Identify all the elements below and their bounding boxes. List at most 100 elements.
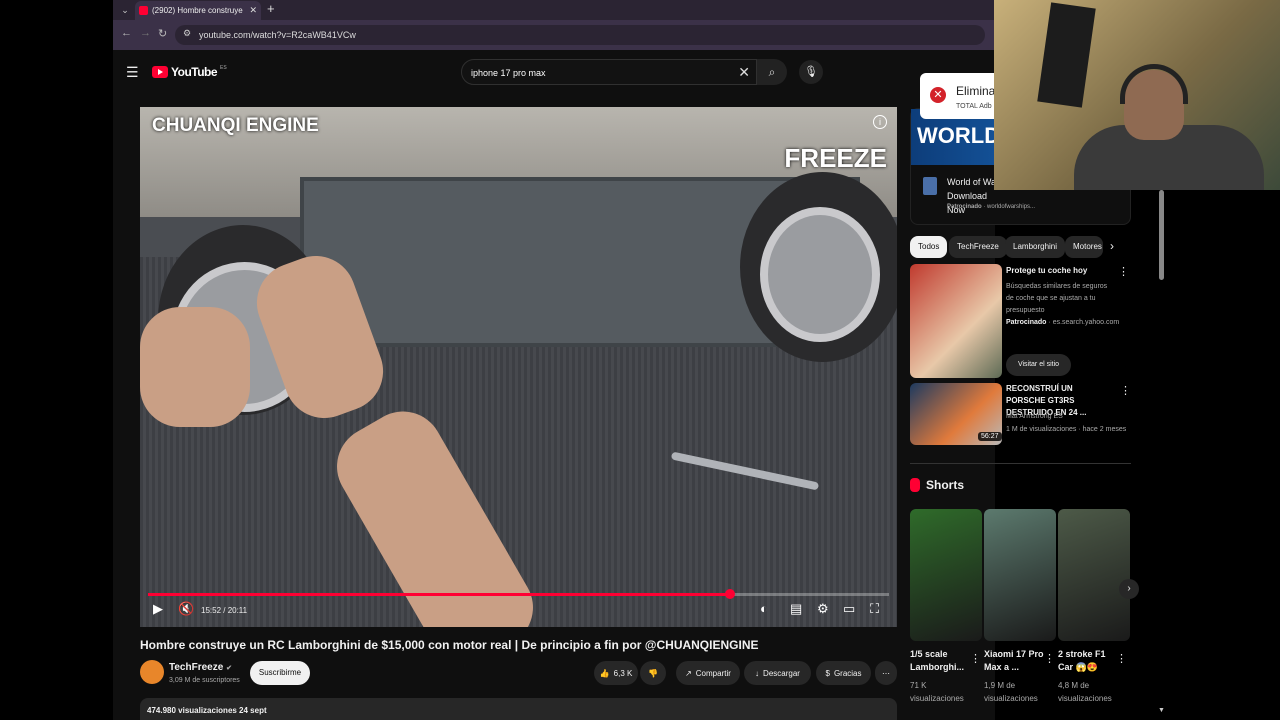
short-title[interactable]: 1/5 scale Lamborghi... xyxy=(910,648,970,674)
search-button[interactable]: ⌕ xyxy=(757,59,787,85)
dislike-icon: 👎 xyxy=(648,668,658,678)
short-thumbnail[interactable] xyxy=(1058,509,1130,641)
video-player[interactable]: CHUANQI ENGINE FREEZE i ▶ 🔇 15:52 / 20:1… xyxy=(140,107,897,627)
video2-duration: 56:27 xyxy=(978,432,1002,441)
short-menu-icon[interactable]: ⋮ xyxy=(1044,652,1055,665)
autoplay-toggle-icon[interactable]: ◐ xyxy=(760,601,768,616)
logo-text: YouTube xyxy=(171,65,218,79)
search-input[interactable]: iphone 17 pro max ✕ xyxy=(461,59,757,85)
theater-mode-icon[interactable]: ▭ xyxy=(843,601,855,617)
webcam-background-panel xyxy=(1037,2,1096,108)
chips-next-icon[interactable]: › xyxy=(1110,239,1114,253)
search-query[interactable]: iphone 17 pro max xyxy=(471,68,546,78)
mute-icon[interactable]: 🔇 xyxy=(178,601,194,617)
ad2-sponsored: Patrocinado xyxy=(1006,319,1047,326)
country-code: ES xyxy=(220,65,227,71)
webcam-overlay xyxy=(994,0,1280,190)
forward-icon[interactable]: → xyxy=(140,27,151,39)
chip-lamborghini[interactable]: Lamborghini xyxy=(1005,236,1066,258)
menu-icon[interactable]: ☰ xyxy=(126,64,139,81)
verified-icon: ✔ xyxy=(226,665,232,672)
short-title[interactable]: 2 stroke F1 Car 😱😍 xyxy=(1058,648,1118,674)
adblock-popup[interactable]: ✕ Elimina TOTAL Adb xyxy=(920,73,1000,119)
subscribe-button[interactable]: Suscribirme xyxy=(250,661,310,685)
browser-window: ⌄ (2902) Hombre construye un R ✕ + ← → ↻… xyxy=(113,0,995,720)
ad-source: worldofwarships... xyxy=(987,204,1036,210)
mic-icon: 🎙 xyxy=(804,66,818,78)
ad2-menu-icon[interactable]: ⋮ xyxy=(1118,265,1129,278)
short-views: 4,8 M de visualizaciones xyxy=(1058,681,1112,703)
download-label: Descargar xyxy=(763,668,800,678)
tab-youtube[interactable]: (2902) Hombre construye un R ✕ xyxy=(135,1,261,20)
divider xyxy=(910,463,1131,464)
shorts-title: Shorts xyxy=(926,478,965,492)
ad-image-text: WORLD xyxy=(917,123,1001,148)
shorts-header: Shorts xyxy=(910,478,964,492)
channel-name[interactable]: TechFreeze xyxy=(169,662,223,673)
short-menu-icon[interactable]: ⋮ xyxy=(1116,652,1127,665)
dislike-button[interactable]: 👎 xyxy=(640,661,666,685)
clear-search-icon[interactable]: ✕ xyxy=(738,64,750,81)
ad2-desc: Búsquedas similares de seguros de coche … xyxy=(1006,283,1108,314)
page-scrollbar[interactable]: ▼ xyxy=(1158,180,1166,720)
video-frame-rim-right xyxy=(760,207,880,342)
short-views: 1,9 M de visualizaciones xyxy=(984,681,1038,703)
reload-icon[interactable]: ↻ xyxy=(158,27,167,40)
youtube-header: ☰ YouTube ES iphone 17 pro max ✕ ⌕ 🎙 xyxy=(113,52,995,94)
popup-close-icon[interactable]: ✕ xyxy=(930,87,946,103)
chip-techfreeze[interactable]: TechFreeze xyxy=(949,236,1007,258)
ad2-source: es.search.yahoo.com xyxy=(1052,319,1120,326)
popup-subtitle: TOTAL Adb xyxy=(956,103,992,110)
back-icon[interactable]: ← xyxy=(121,27,132,39)
play-icon[interactable]: ▶ xyxy=(153,601,163,617)
video2-channel[interactable]: Mat Armstrong ES xyxy=(1006,411,1131,423)
time-display: 15:52 / 20:11 xyxy=(201,606,248,615)
chip-all[interactable]: Todos xyxy=(910,236,948,258)
visit-site-button[interactable]: Visitar el sitio xyxy=(1006,354,1071,376)
site-info-icon[interactable]: ⚙ xyxy=(183,28,191,39)
progress-bar[interactable] xyxy=(148,589,889,599)
youtube-logo[interactable]: YouTube ES xyxy=(152,65,227,79)
scrollbar-thumb[interactable] xyxy=(1159,190,1164,280)
fullscreen-icon[interactable]: ⛶ xyxy=(870,601,879,617)
short-thumbnail[interactable] xyxy=(984,509,1056,641)
video2-meta: 1 M de visualizaciones · hace 2 meses xyxy=(1006,426,1127,433)
chip-motores[interactable]: Motores xyxy=(1065,236,1103,258)
short-title[interactable]: Xiaomi 17 Pro Max a ... xyxy=(984,648,1044,674)
settings-icon[interactable]: ⚙ xyxy=(817,601,829,617)
info-icon[interactable]: i xyxy=(873,115,887,129)
video-title: Hombre construye un RC Lamborghini de $1… xyxy=(140,638,759,652)
download-icon: ↓ xyxy=(755,668,760,678)
channel-name-row[interactable]: TechFreeze ✔ xyxy=(169,662,232,673)
description-box[interactable]: 474.980 visualizaciones 24 sept xyxy=(140,698,897,720)
thanks-icon: $ xyxy=(825,668,830,678)
ad-logo-icon xyxy=(923,177,937,195)
scroll-down-icon[interactable]: ▼ xyxy=(1158,707,1165,714)
short-thumbnail[interactable] xyxy=(910,509,982,641)
video2-menu-icon[interactable]: ⋮ xyxy=(1120,384,1131,397)
video-overlay-right: FREEZE xyxy=(784,143,887,173)
shorts-next-icon[interactable]: › xyxy=(1119,579,1139,599)
share-button[interactable]: ↗ Compartir xyxy=(676,661,740,685)
tab-search-icon[interactable]: ⌄ xyxy=(117,2,133,18)
short-menu-icon[interactable]: ⋮ xyxy=(970,652,981,665)
url-bar[interactable]: ⚙ youtube.com/watch?v=R2caWB41VCw xyxy=(175,25,985,45)
url-text[interactable]: youtube.com/watch?v=R2caWB41VCw xyxy=(199,30,356,40)
channel-avatar[interactable] xyxy=(140,660,164,684)
tab-close-icon[interactable]: ✕ xyxy=(249,5,257,16)
search-icon: ⌕ xyxy=(768,65,776,79)
headset-icon xyxy=(1120,64,1188,104)
like-button[interactable]: 👍 6,3 K xyxy=(594,661,638,685)
subtitles-icon[interactable]: ▤ xyxy=(790,601,802,617)
ad2-title[interactable]: Protege tu coche hoy xyxy=(1006,265,1116,277)
more-actions-button[interactable]: ⋯ xyxy=(875,661,897,685)
voice-search-button[interactable]: 🎙 xyxy=(799,60,823,84)
new-tab-icon[interactable]: + xyxy=(267,1,275,16)
ad-title[interactable]: World of Wa Download Now xyxy=(947,175,997,217)
share-label: Compartir xyxy=(695,668,731,678)
download-button[interactable]: ↓ Descargar xyxy=(744,661,811,685)
ad2-thumbnail[interactable] xyxy=(910,264,1002,378)
video-frame-hand-left xyxy=(140,307,250,427)
thanks-button[interactable]: $ Gracias xyxy=(816,661,871,685)
address-bar-row: ← → ↻ ⚙ youtube.com/watch?v=R2caWB41VCw xyxy=(113,20,995,50)
